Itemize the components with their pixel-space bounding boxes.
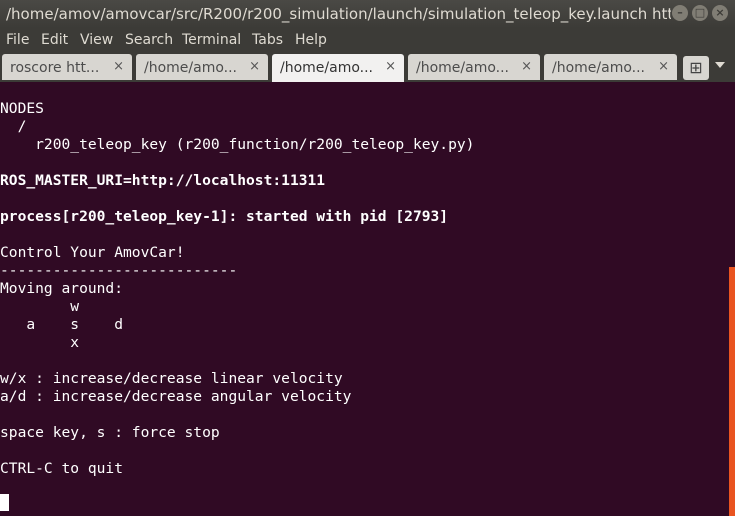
tab-label: /home/amo...: [416, 60, 510, 76]
chevron-down-icon[interactable]: [715, 62, 725, 68]
maximize-button[interactable]: □: [692, 5, 708, 21]
scrollbar[interactable]: [728, 82, 735, 516]
tab-home-4[interactable]: /home/amo... ×: [544, 54, 677, 80]
tab-close-icon[interactable]: ×: [521, 59, 532, 74]
terminal-line: NODES: [0, 100, 44, 117]
new-tab-icon[interactable]: ⊞: [683, 56, 709, 80]
terminal-line: a/d : increase/decrease angular velocity: [0, 388, 352, 405]
tab-roscore[interactable]: roscore htt... ×: [2, 54, 132, 80]
tab-home-active[interactable]: /home/amo... ×: [272, 54, 404, 82]
tab-label: /home/amo...: [280, 60, 374, 76]
tab-bar: roscore htt... × /home/amo... × /home/am…: [0, 52, 735, 82]
scrollbar-thumb[interactable]: [729, 267, 735, 516]
terminal-line: r200_teleop_key (r200_function/r200_tele…: [0, 136, 475, 153]
close-button[interactable]: ×: [712, 5, 728, 21]
terminal-line: CTRL-C to quit: [0, 460, 124, 477]
terminal-line: w/x : increase/decrease linear velocity: [0, 370, 343, 387]
window-titlebar[interactable]: /home/amov/amovcar/src/R200/r200_simulat…: [0, 0, 735, 28]
terminal-line: w: [0, 298, 80, 315]
menu-search[interactable]: Search: [125, 32, 173, 48]
menu-tabs[interactable]: Tabs: [252, 32, 283, 48]
tab-close-icon[interactable]: ×: [113, 59, 124, 74]
tab-close-icon[interactable]: ×: [249, 59, 260, 74]
terminal-line: x: [0, 334, 80, 351]
terminal-cursor: [0, 494, 9, 511]
menu-edit[interactable]: Edit: [41, 32, 68, 48]
menu-bar: File Edit View Search Terminal Tabs Help: [0, 28, 735, 52]
terminal-line: process[r200_teleop_key-1]: started with…: [0, 208, 449, 225]
tab-label: /home/amo...: [552, 60, 646, 76]
menu-view[interactable]: View: [80, 32, 113, 48]
minimize-button[interactable]: –: [672, 5, 688, 21]
window-title: /home/amov/amovcar/src/R200/r200_simulat…: [6, 5, 671, 23]
terminal-line: ---------------------------: [0, 262, 238, 279]
tab-home-1[interactable]: /home/amo... ×: [136, 54, 268, 80]
tab-label: /home/amo...: [144, 60, 238, 76]
terminal-line: Control Your AmovCar!: [0, 244, 185, 261]
terminal-line: space key, s : force stop: [0, 424, 220, 441]
terminal-line: /: [0, 118, 27, 135]
menu-help[interactable]: Help: [295, 32, 327, 48]
terminal-line: a s d: [0, 316, 124, 333]
terminal-line: ROS_MASTER_URI=http://localhost:11311: [0, 172, 326, 189]
terminal-line: Moving around:: [0, 280, 124, 297]
menu-file[interactable]: File: [6, 32, 29, 48]
menu-terminal[interactable]: Terminal: [182, 32, 241, 48]
tab-label: roscore htt...: [10, 60, 100, 76]
tab-close-icon[interactable]: ×: [385, 59, 396, 74]
terminal-output[interactable]: NODES / r200_teleop_key (r200_function/r…: [0, 82, 728, 516]
tab-close-icon[interactable]: ×: [658, 59, 669, 74]
tab-home-3[interactable]: /home/amo... ×: [408, 54, 540, 80]
